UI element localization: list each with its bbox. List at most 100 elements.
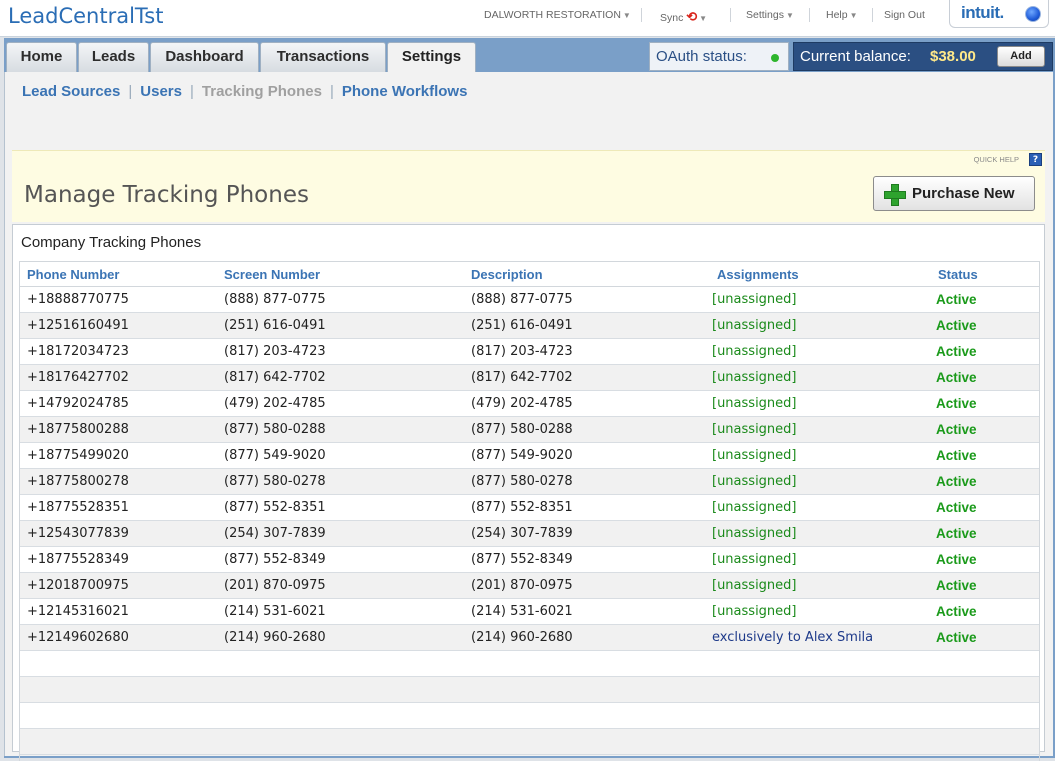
phone-number-cell: +12543077839	[27, 526, 129, 541]
assignment-cell[interactable]: [unassigned]	[712, 292, 874, 307]
description-cell: (214) 960-2680	[471, 630, 573, 645]
divider: |	[189, 83, 194, 100]
table-row[interactable]: +18775800278 (877) 580-0278 (877) 580-0278…	[20, 469, 1039, 495]
divider	[730, 8, 731, 22]
assignment-cell[interactable]: [unassigned]	[712, 474, 874, 489]
table-row[interactable]: +18172034723 (817) 203-4723 (817) 203-4723…	[20, 339, 1039, 365]
assignment-cell[interactable]: [unassigned]	[712, 422, 874, 437]
table-row[interactable]: +12149602680 (214) 960-2680 (214) 960-2680…	[20, 625, 1039, 651]
table-row[interactable]: +12543077839 (254) 307-7839 (254) 307-7839…	[20, 521, 1039, 547]
table-row[interactable]: +18888770775 (888) 877-0775 (888) 877-0775…	[20, 287, 1039, 313]
tab-leads[interactable]: Leads	[78, 42, 149, 72]
description-cell: (877) 580-0288	[471, 422, 573, 437]
table-header: Phone Number Screen Number Description A…	[20, 262, 1039, 287]
divider	[809, 8, 810, 22]
table-row[interactable]: +12018700975 (201) 870-0975 (201) 870-0975…	[20, 573, 1039, 599]
chevron-down-icon: ▼	[849, 11, 858, 20]
column-phone-number[interactable]: Phone Number	[27, 267, 119, 282]
table-caption: Company Tracking Phones	[21, 234, 202, 251]
quick-help-label[interactable]: QUICK HELP	[974, 155, 1019, 164]
content-area: Lead Sources | Users | Tracking Phones | Phone…	[4, 72, 1053, 761]
status-cell: Active	[936, 396, 977, 411]
divider	[872, 8, 873, 22]
screen-number-cell: (214) 531-6021	[224, 604, 326, 619]
phone-number-cell: +12018700975	[27, 578, 129, 593]
table-row[interactable]: +18176427702 (817) 642-7702 (817) 642-7702…	[20, 365, 1039, 391]
phone-number-cell: +18775499020	[27, 448, 129, 463]
assignment-cell[interactable]: [unassigned]	[712, 448, 874, 463]
assignment-cell[interactable]: exclusively to Alex Smilans	[712, 630, 874, 645]
table-row[interactable]: +18775528351 (877) 552-8351 (877) 552-8351…	[20, 495, 1039, 521]
purchase-new-label: Purchase New	[912, 185, 1015, 202]
help-label: Help	[826, 9, 848, 21]
settings-menu[interactable]: Settings ▼	[746, 9, 794, 21]
table-body: +18888770775 (888) 877-0775 (888) 877-0775…	[20, 287, 1039, 761]
balance-label: Current balance:	[800, 48, 911, 65]
status-cell: Active	[936, 578, 977, 593]
intuit-badge[interactable]: intuit.	[949, 0, 1049, 28]
phone-number-cell: +18775528351	[27, 500, 129, 515]
settings-subnav: Lead Sources | Users | Tracking Phones | Phone…	[22, 83, 467, 100]
description-cell: (254) 307-7839	[471, 526, 573, 541]
description-cell: (479) 202-4785	[471, 396, 573, 411]
phone-number-cell: +14792024785	[27, 396, 129, 411]
divider: |	[329, 83, 334, 100]
column-status[interactable]: Status	[938, 267, 978, 282]
subnav-users[interactable]: Users	[140, 83, 182, 100]
assignment-cell[interactable]: [unassigned]	[712, 526, 874, 541]
page-title: Manage Tracking Phones	[24, 182, 309, 208]
description-cell: (877) 552-8351	[471, 500, 573, 515]
purchase-new-button[interactable]: Purchase New	[873, 176, 1035, 211]
empty-table-row	[20, 729, 1039, 755]
description-cell: (888) 877-0775	[471, 292, 573, 307]
subnav-phone-workflows[interactable]: Phone Workflows	[342, 83, 468, 100]
column-screen-number[interactable]: Screen Number	[224, 267, 320, 282]
description-cell: (201) 870-0975	[471, 578, 573, 593]
table-row[interactable]: +12516160491 (251) 616-0491 (251) 616-0491…	[20, 313, 1039, 339]
company-menu[interactable]: DALWORTH RESTORATION ▼	[484, 9, 631, 21]
phone-number-cell: +12149602680	[27, 630, 129, 645]
tab-dashboard[interactable]: Dashboard	[150, 42, 259, 72]
sync-menu[interactable]: Sync ⟲ ▼	[660, 9, 707, 25]
table-row[interactable]: +14792024785 (479) 202-4785 (479) 202-4785…	[20, 391, 1039, 417]
phone-number-cell: +18176427702	[27, 370, 129, 385]
divider: |	[128, 83, 133, 100]
table-row[interactable]: +12145316021 (214) 531-6021 (214) 531-6021…	[20, 599, 1039, 625]
status-cell: Active	[936, 474, 977, 489]
assignment-cell[interactable]: [unassigned]	[712, 604, 874, 619]
phone-number-cell: +18775800288	[27, 422, 129, 437]
chevron-down-icon: ▼	[622, 11, 631, 20]
tab-settings[interactable]: Settings	[387, 42, 476, 73]
status-cell: Active	[936, 370, 977, 385]
tab-transactions[interactable]: Transactions	[260, 42, 386, 72]
table-row[interactable]: +18775800288 (877) 580-0288 (877) 580-0288…	[20, 417, 1039, 443]
tab-home[interactable]: Home	[6, 42, 77, 72]
description-cell: (877) 549-9020	[471, 448, 573, 463]
screen-number-cell: (479) 202-4785	[224, 396, 326, 411]
assignment-cell[interactable]: [unassigned]	[712, 370, 874, 385]
column-description[interactable]: Description	[471, 267, 543, 282]
add-balance-button[interactable]: Add	[997, 46, 1045, 67]
table-row[interactable]: +18775528349 (877) 552-8349 (877) 552-8349…	[20, 547, 1039, 573]
assignment-cell[interactable]: [unassigned]	[712, 318, 874, 333]
app-title[interactable]: LeadCentralTst	[8, 4, 163, 28]
balance-amount: $38.00	[930, 48, 976, 65]
sign-out-link[interactable]: Sign Out	[884, 9, 925, 21]
plus-icon	[884, 184, 906, 206]
help-menu[interactable]: Help ▼	[826, 9, 858, 21]
assignment-cell[interactable]: [unassigned]	[712, 500, 874, 515]
company-label: DALWORTH RESTORATION	[484, 9, 621, 21]
assignment-cell[interactable]: [unassigned]	[712, 578, 874, 593]
assignment-cell[interactable]: [unassigned]	[712, 344, 874, 359]
description-cell: (877) 552-8349	[471, 552, 573, 567]
assignment-cell[interactable]: [unassigned]	[712, 552, 874, 567]
assignment-cell[interactable]: [unassigned]	[712, 396, 874, 411]
table-row[interactable]: +18775499020 (877) 549-9020 (877) 549-9020…	[20, 443, 1039, 469]
screen-number-cell: (877) 552-8351	[224, 500, 326, 515]
phone-number-cell: +18172034723	[27, 344, 129, 359]
column-assignments[interactable]: Assignments	[717, 267, 799, 282]
screen-number-cell: (817) 642-7702	[224, 370, 326, 385]
empty-table-row	[20, 651, 1039, 677]
subnav-lead-sources[interactable]: Lead Sources	[22, 83, 120, 100]
help-icon[interactable]: ?	[1029, 153, 1042, 166]
